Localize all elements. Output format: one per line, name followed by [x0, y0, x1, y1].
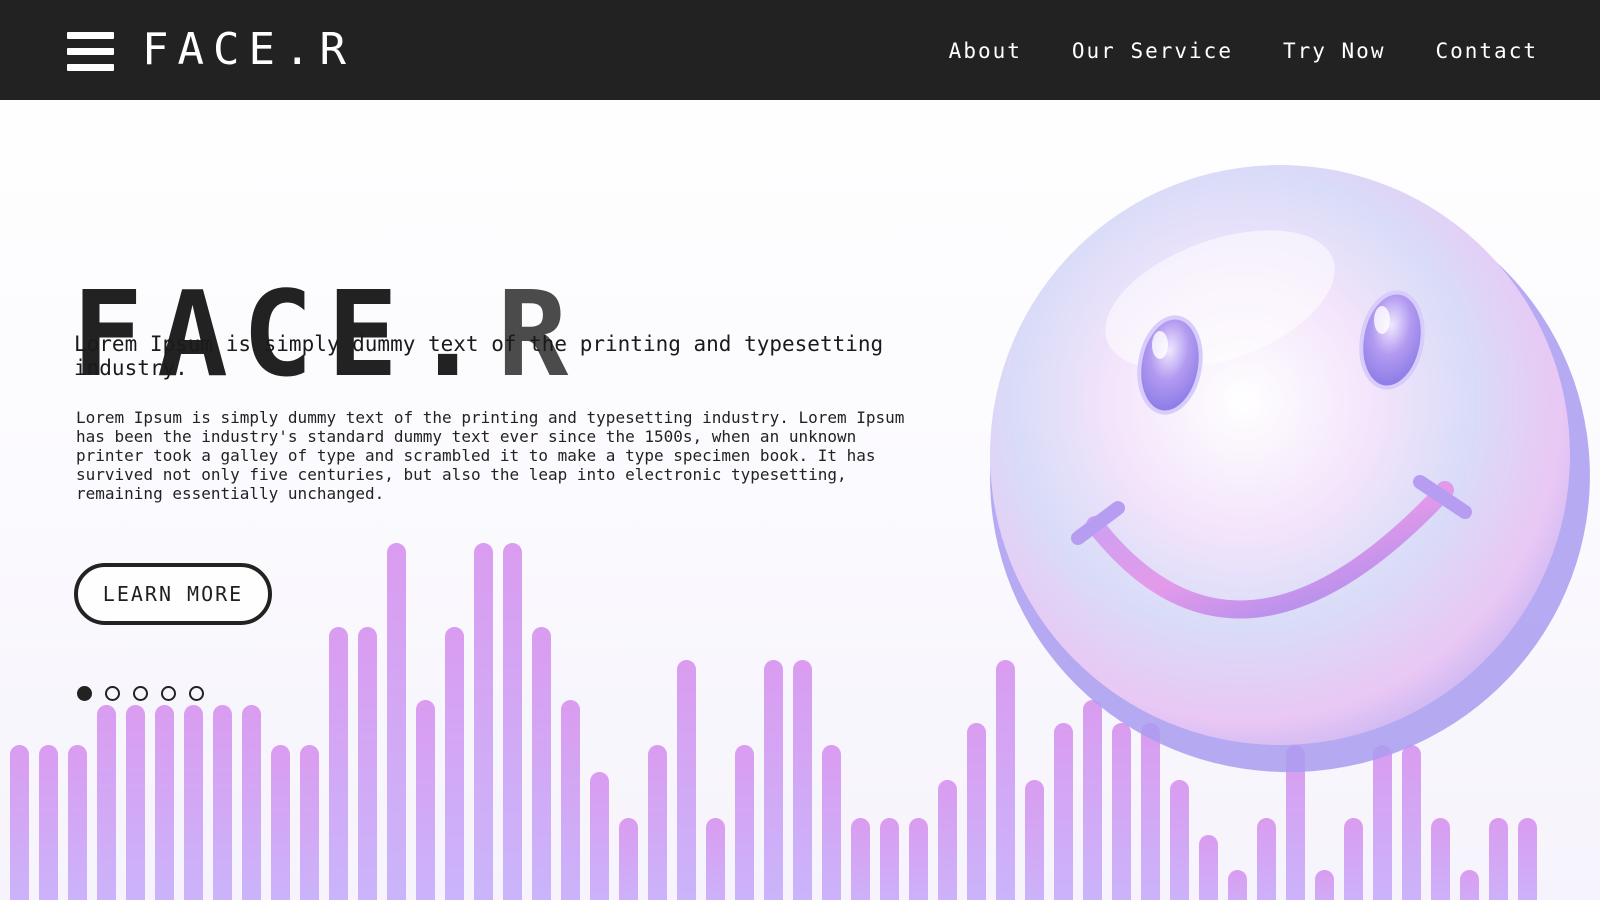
wave-bar	[68, 745, 87, 900]
wave-bar	[416, 700, 435, 900]
wave-bar	[1228, 870, 1247, 900]
wave-bar	[474, 543, 493, 900]
wave-bar	[822, 745, 841, 900]
carousel-dot-1[interactable]	[77, 686, 92, 701]
wave-bar	[10, 745, 29, 900]
wave-bar	[1170, 780, 1189, 900]
wave-bar	[590, 772, 609, 900]
carousel-dot-5[interactable]	[189, 686, 204, 701]
wave-bar	[561, 700, 580, 900]
wave-bar	[358, 627, 377, 900]
learn-more-button[interactable]: LEARN MORE	[74, 563, 272, 625]
hero-description: Lorem Ipsum is simply dummy text of the …	[76, 408, 905, 503]
wave-bar	[242, 705, 261, 900]
wave-bar	[1315, 870, 1334, 900]
wave-bar	[1257, 818, 1276, 900]
wave-bar	[271, 745, 290, 900]
wave-bar	[1199, 835, 1218, 900]
wave-bar	[706, 818, 725, 900]
wave-bar	[503, 543, 522, 900]
wave-bar	[39, 745, 58, 900]
wave-bar	[532, 627, 551, 900]
wave-bar	[1518, 818, 1537, 900]
wave-bar	[184, 705, 203, 900]
wave-bar	[387, 543, 406, 900]
wave-bar	[213, 705, 232, 900]
wave-bar	[880, 818, 899, 900]
hero-subtitle: Lorem Ipsum is simply dummy text of the …	[74, 332, 884, 380]
wave-bar	[619, 818, 638, 900]
wave-bar	[677, 660, 696, 900]
wave-bar	[735, 745, 754, 900]
wave-bar	[1460, 870, 1479, 900]
wave-bar	[126, 705, 145, 900]
wave-bar	[909, 818, 928, 900]
wave-bar	[300, 745, 319, 900]
wave-bar	[764, 660, 783, 900]
smiley-face-icon	[990, 165, 1590, 773]
carousel-dot-4[interactable]	[161, 686, 176, 701]
wave-bar	[648, 745, 667, 900]
wave-bar	[938, 780, 957, 900]
wave-bar	[97, 705, 116, 900]
carousel-dot-3[interactable]	[133, 686, 148, 701]
wave-bar	[1025, 780, 1044, 900]
wave-bar	[445, 627, 464, 900]
wave-bar	[1431, 818, 1450, 900]
wave-bar	[967, 723, 986, 900]
wave-bar	[1489, 818, 1508, 900]
carousel-dot-2[interactable]	[105, 686, 120, 701]
wave-bar	[793, 660, 812, 900]
wave-bar	[155, 705, 174, 900]
wave-bar	[851, 818, 870, 900]
wave-bar	[329, 627, 348, 900]
wave-bar	[1344, 818, 1363, 900]
carousel-indicators	[77, 686, 204, 701]
